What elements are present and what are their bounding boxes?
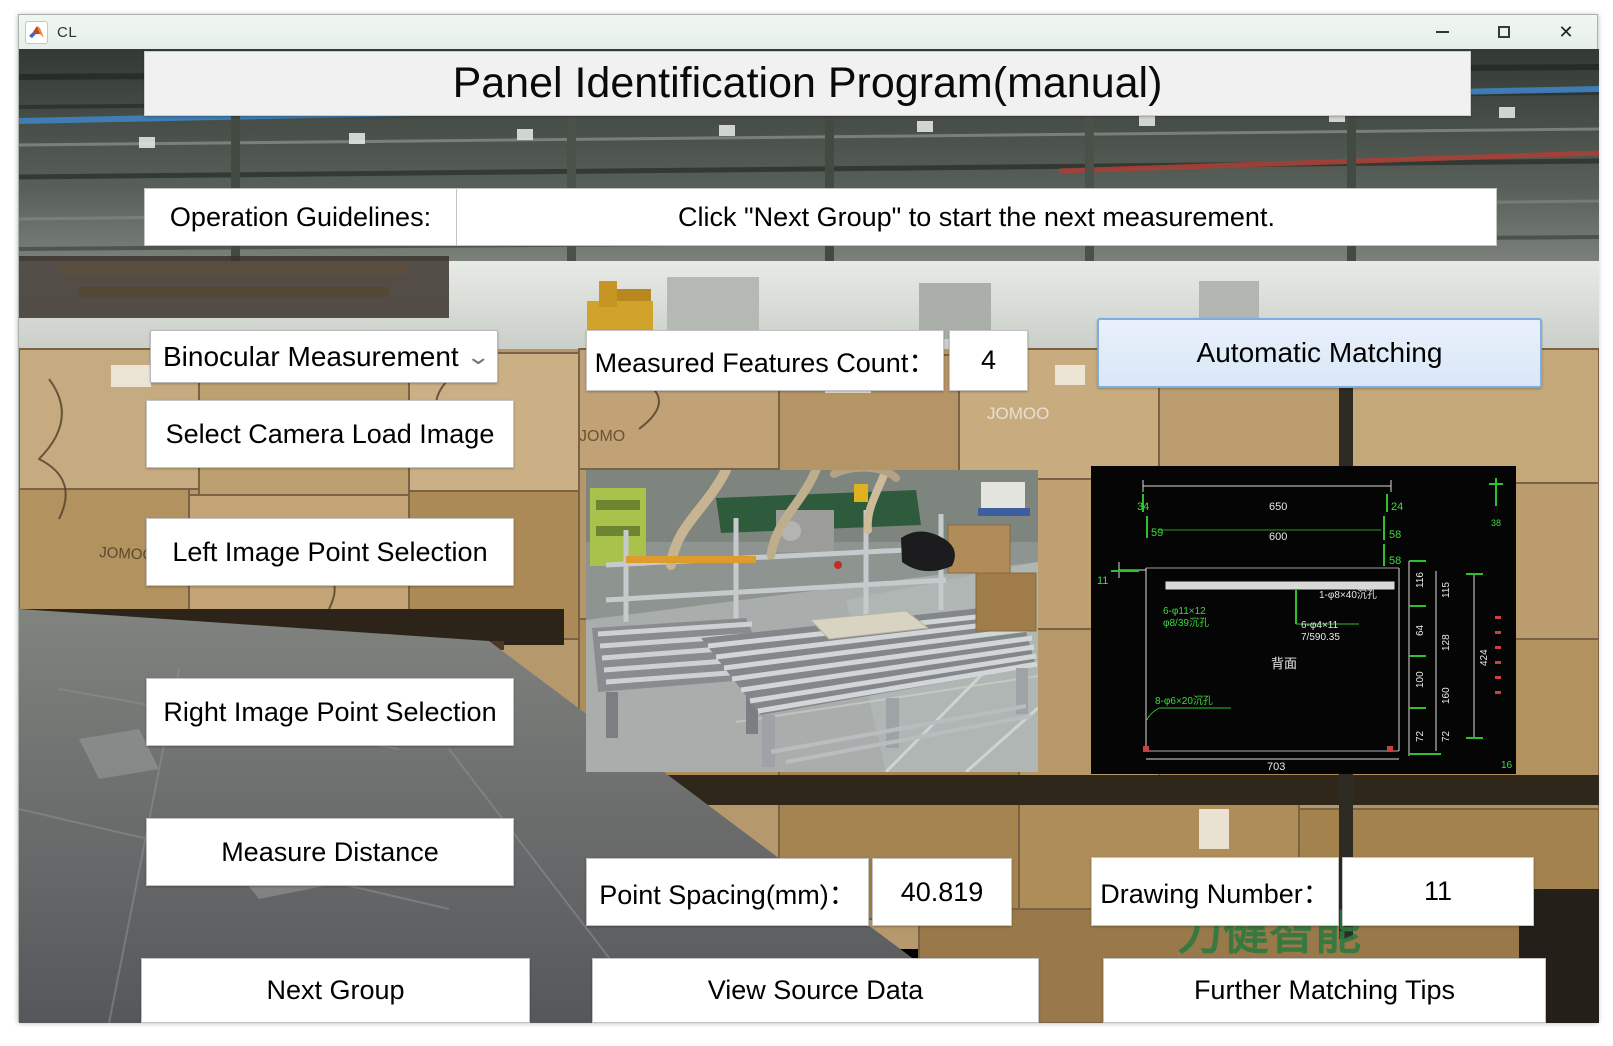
box-brand-text: JOMO xyxy=(579,428,625,445)
automatic-matching-button[interactable]: Automatic Matching xyxy=(1097,318,1542,388)
operation-guidelines-message: Click "Next Group" to start the next mea… xyxy=(457,188,1497,246)
minimize-button[interactable] xyxy=(1411,15,1473,49)
svg-text:424: 424 xyxy=(1479,649,1490,666)
svg-text:背面: 背面 xyxy=(1271,656,1297,671)
svg-text:6-φ11×12: 6-φ11×12 xyxy=(1163,606,1206,617)
measured-features-value: 4 xyxy=(949,330,1028,391)
close-icon: ✕ xyxy=(1558,23,1573,41)
operation-guidelines-row: Operation Guidelines: Click "Next Group"… xyxy=(144,188,1497,246)
svg-text:115: 115 xyxy=(1441,582,1452,598)
left-image-point-selection-button[interactable]: Left Image Point Selection xyxy=(146,518,514,586)
point-spacing-label: Point Spacing(mm)： xyxy=(586,858,869,926)
page-title: Panel Identification Program(manual) xyxy=(144,51,1471,116)
point-spacing-value: 40.819 xyxy=(872,858,1012,926)
svg-text:600: 600 xyxy=(1269,531,1287,543)
svg-text:59: 59 xyxy=(1151,527,1163,539)
cad-drawing-view: 34 59 650 600 24 58 58 11 1-φ8×40沉孔 6-φ1… xyxy=(1091,466,1516,774)
svg-text:128: 128 xyxy=(1441,634,1452,651)
svg-text:650: 650 xyxy=(1269,501,1287,513)
minimize-icon xyxy=(1436,31,1449,33)
box-brand-text: JOMOO xyxy=(987,404,1049,423)
svg-text:703: 703 xyxy=(1267,761,1285,773)
window-title: CL xyxy=(57,24,77,41)
maximize-button[interactable] xyxy=(1473,15,1535,49)
svg-text:8-φ6×20沉孔: 8-φ6×20沉孔 xyxy=(1155,694,1213,707)
svg-text:100: 100 xyxy=(1415,671,1426,688)
operation-guidelines-label: Operation Guidelines: xyxy=(144,188,457,246)
svg-text:64: 64 xyxy=(1415,624,1426,636)
drawing-number-label: Drawing Number： xyxy=(1091,857,1339,926)
svg-text:38: 38 xyxy=(1491,518,1501,528)
svg-text:16: 16 xyxy=(1501,760,1513,771)
svg-text:φ8/39沉孔: φ8/39沉孔 xyxy=(1163,616,1209,629)
maximize-icon xyxy=(1498,26,1510,38)
title-bar: CL ✕ xyxy=(19,15,1597,49)
svg-text:72: 72 xyxy=(1441,730,1452,742)
svg-text:7/590.35: 7/590.35 xyxy=(1301,632,1340,643)
svg-text:11: 11 xyxy=(1097,575,1108,587)
measurement-mode-value: Binocular Measurement xyxy=(163,341,459,373)
close-button[interactable]: ✕ xyxy=(1535,15,1597,49)
window-controls: ✕ xyxy=(1411,15,1597,49)
view-source-data-button[interactable]: View Source Data xyxy=(592,958,1039,1023)
camera-image-view xyxy=(586,470,1038,772)
svg-text:58: 58 xyxy=(1389,529,1401,541)
svg-text:72: 72 xyxy=(1415,730,1426,742)
figure-page: CL ✕ xyxy=(0,0,1613,1046)
page-title-text: Panel Identification Program(manual) xyxy=(453,59,1163,108)
right-image-point-selection-button[interactable]: Right Image Point Selection xyxy=(146,678,514,746)
measurement-mode-dropdown[interactable]: Binocular Measurement ⌄ xyxy=(150,330,498,383)
next-group-button[interactable]: Next Group xyxy=(141,958,530,1023)
svg-text:34: 34 xyxy=(1137,501,1149,513)
matlab-icon xyxy=(25,21,48,44)
measure-distance-button[interactable]: Measure Distance xyxy=(146,818,514,886)
chevron-down-icon: ⌄ xyxy=(465,344,491,370)
svg-text:160: 160 xyxy=(1441,687,1452,704)
drawing-number-value: 11 xyxy=(1342,857,1534,926)
select-camera-load-image-button[interactable]: Select Camera Load Image xyxy=(146,400,514,468)
app-canvas: JOMO JOMO JOMOO JOMOO xyxy=(19,49,1599,1023)
svg-text:1-φ8×40沉孔: 1-φ8×40沉孔 xyxy=(1319,588,1377,601)
svg-text:58: 58 xyxy=(1389,555,1401,567)
green-machine xyxy=(590,488,646,566)
svg-text:116: 116 xyxy=(1415,572,1426,588)
further-matching-tips-button[interactable]: Further Matching Tips xyxy=(1103,958,1546,1023)
svg-text:24: 24 xyxy=(1391,501,1403,513)
app-window: CL ✕ xyxy=(18,14,1598,1022)
svg-text:6-φ4×11: 6-φ4×11 xyxy=(1301,620,1339,631)
measured-features-label: Measured Features Count： xyxy=(586,330,944,391)
